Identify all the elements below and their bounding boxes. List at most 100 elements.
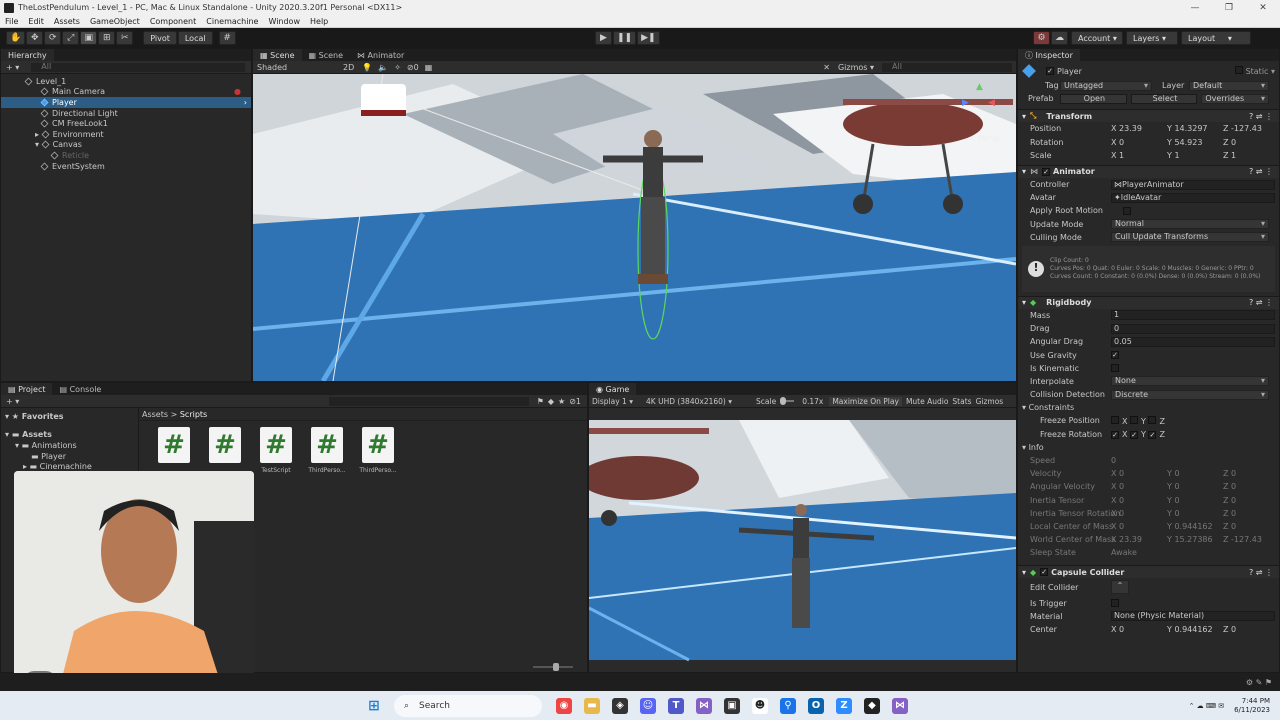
breadcrumb-assets[interactable]: Assets xyxy=(142,410,168,419)
hidden-count[interactable]: ⊘1 xyxy=(569,397,581,406)
asset-script[interactable]: # xyxy=(154,427,194,474)
visual-studio-icon[interactable]: ⋈ xyxy=(696,697,712,714)
clock[interactable]: 7:44 PM 6/11/2023 xyxy=(1234,697,1270,715)
position-z[interactable]: Z -127.43 xyxy=(1223,124,1279,133)
tray-icons[interactable]: ⌃ ☁ ⌨ ✉ xyxy=(1189,702,1225,710)
hierarchy-item-level[interactable]: Level_1 xyxy=(1,76,251,87)
minimize-icon[interactable]: — xyxy=(1178,3,1212,13)
chevron-right-icon[interactable]: › xyxy=(244,98,247,107)
active-checkbox[interactable]: ✓ xyxy=(1046,67,1054,75)
display-dropdown[interactable]: Display 1 ▾ xyxy=(592,397,640,406)
game-gizmos-toggle[interactable]: Gizmos xyxy=(976,397,1004,406)
game-icon[interactable]: ☻ xyxy=(752,697,768,714)
hidden-layers-icon[interactable]: ⊘0 xyxy=(407,63,419,72)
animations-folder[interactable]: ▾ ▬ Animations xyxy=(1,440,138,451)
rotation-z[interactable]: Z 0 xyxy=(1223,138,1279,147)
file-explorer-icon[interactable]: ▬ xyxy=(584,697,600,714)
use-gravity-checkbox[interactable]: ✓ xyxy=(1111,351,1119,360)
is-trigger-checkbox[interactable] xyxy=(1111,599,1119,608)
scale-tool-icon[interactable]: ⤢ xyxy=(62,31,80,45)
collision-detection-dropdown[interactable]: Discrete xyxy=(1111,389,1269,400)
center-x[interactable]: X 0 xyxy=(1111,625,1167,634)
static-toggle[interactable]: Static ▾ xyxy=(1234,66,1275,76)
label-icon[interactable]: ◆ xyxy=(548,397,554,406)
status-icons[interactable]: ⚙ ✎ ⚑ xyxy=(1246,678,1272,687)
tools-icon[interactable]: ✕ xyxy=(823,63,830,72)
scale-y[interactable]: Y 1 xyxy=(1167,151,1223,160)
mass-field[interactable]: 1 xyxy=(1111,310,1275,321)
rotation-y[interactable]: Y 54.923 xyxy=(1167,138,1223,147)
tag-dropdown[interactable]: Untagged xyxy=(1060,80,1152,91)
root-motion-checkbox[interactable] xyxy=(1123,206,1131,215)
move-tool-icon[interactable]: ✥ xyxy=(26,31,44,45)
asset-script[interactable]: # ThirdPerso... xyxy=(307,427,347,474)
unity-hub-icon[interactable]: ◈ xyxy=(612,697,628,714)
teams-icon[interactable]: T xyxy=(668,697,684,714)
center-z[interactable]: Z 0 xyxy=(1223,625,1279,634)
terminal-icon[interactable]: ▣ xyxy=(724,697,740,714)
x-axis-icon[interactable]: ◀ xyxy=(988,98,995,108)
mode-2d-toggle[interactable]: 2D xyxy=(343,63,354,72)
add-icon[interactable]: + ▾ xyxy=(6,63,19,72)
drag-field[interactable]: 0 xyxy=(1111,323,1275,334)
scale-x[interactable]: X 1 xyxy=(1111,151,1167,160)
hierarchy-tab[interactable]: Hierarchy xyxy=(1,49,54,61)
menu-assets[interactable]: Assets xyxy=(49,17,85,26)
zoom-icon[interactable]: Z xyxy=(836,697,852,714)
component-menu-icon[interactable]: ? ⇌ ⋮ xyxy=(1249,112,1273,121)
hierarchy-item-environment[interactable]: ▸ Environment xyxy=(1,129,251,140)
scale-z[interactable]: Z 1 xyxy=(1223,151,1279,160)
hierarchy-item-player[interactable]: Player › xyxy=(1,97,251,108)
persp-label[interactable]: < Persp xyxy=(969,134,1000,143)
unity-editor-icon[interactable]: ◆ xyxy=(864,697,880,714)
breadcrumb-scripts[interactable]: Scripts xyxy=(180,410,207,419)
icon-size-slider[interactable] xyxy=(533,663,573,671)
menu-cinemachine[interactable]: Cinemachine xyxy=(201,17,263,26)
edit-collider-button[interactable]: ⌃ xyxy=(1111,580,1129,595)
menu-help[interactable]: Help xyxy=(305,17,333,26)
layer-dropdown[interactable]: Default xyxy=(1189,80,1269,91)
cloud-icon[interactable]: ☁ xyxy=(1051,31,1068,45)
console-tab[interactable]: ▤ Console xyxy=(52,383,108,395)
rigidbody-header[interactable]: ▾ ◆ Rigidbody? ⇌ ⋮ xyxy=(1018,295,1279,309)
hierarchy-item-eventsystem[interactable]: EventSystem xyxy=(1,161,251,172)
chrome-icon[interactable]: ◉ xyxy=(556,697,572,714)
rotate-tool-icon[interactable]: ⟳ xyxy=(44,31,62,45)
transform-header[interactable]: ▾ ⤡ Transform? ⇌ ⋮ xyxy=(1018,109,1279,123)
favorite-icon[interactable]: ★ xyxy=(558,397,565,406)
player-folder[interactable]: ▬ Player xyxy=(1,451,138,462)
hand-tool-icon[interactable]: ✋ xyxy=(6,31,26,45)
hierarchy-search[interactable]: All xyxy=(31,62,245,72)
scene-tab-2[interactable]: ▦ Scene xyxy=(302,49,351,61)
windows-start-icon[interactable]: ⊞ xyxy=(366,698,382,714)
z-axis-icon[interactable]: ▶ xyxy=(962,98,969,108)
project-tab[interactable]: ▤ Project xyxy=(1,383,53,395)
grid-snap-icon[interactable]: # xyxy=(218,31,236,45)
local-toggle[interactable]: Local xyxy=(177,31,213,45)
account-dropdown[interactable]: Account ▾ xyxy=(1071,31,1123,45)
is-kinematic-checkbox[interactable] xyxy=(1111,364,1119,373)
avatar-field[interactable]: ✦IdleAvatar xyxy=(1111,192,1275,203)
hierarchy-item-main-camera[interactable]: Main Camera ● xyxy=(1,87,251,98)
play-button[interactable]: ▶ xyxy=(595,31,612,45)
grid-icon[interactable]: ▦ xyxy=(425,63,433,72)
mute-audio-toggle[interactable]: Mute Audio xyxy=(906,397,948,406)
interpolate-dropdown[interactable]: None xyxy=(1111,376,1269,387)
effects-icon[interactable]: ✧ xyxy=(394,63,401,72)
taskbar-search[interactable]: ⌕ Search xyxy=(394,694,542,717)
menu-window[interactable]: Window xyxy=(263,17,305,26)
update-mode-dropdown[interactable]: Normal xyxy=(1111,219,1269,230)
animator-header[interactable]: ▾ ⋈ ✓ Animator? ⇌ ⋮ xyxy=(1018,164,1279,178)
game-viewport[interactable] xyxy=(589,408,1016,672)
collab-icon[interactable]: ⚙ xyxy=(1033,31,1050,45)
rect-tool-icon[interactable]: ▣ xyxy=(80,31,98,45)
constraints-foldout[interactable]: ▾ Constraints xyxy=(1018,401,1279,414)
maximize-icon[interactable]: ❐ xyxy=(1212,3,1246,13)
lighting-icon[interactable]: 💡 xyxy=(362,63,372,72)
maps-icon[interactable]: ⚲ xyxy=(780,697,796,714)
audio-icon[interactable]: 🔈 xyxy=(378,63,388,72)
freeze-rotation-toggles[interactable]: ✓ X ✓ Y ✓ Z xyxy=(1111,430,1165,439)
scene-search[interactable]: All xyxy=(882,62,1012,72)
component-menu-icon[interactable]: ? ⇌ ⋮ xyxy=(1249,298,1273,307)
outlook-icon[interactable]: O xyxy=(808,697,824,714)
